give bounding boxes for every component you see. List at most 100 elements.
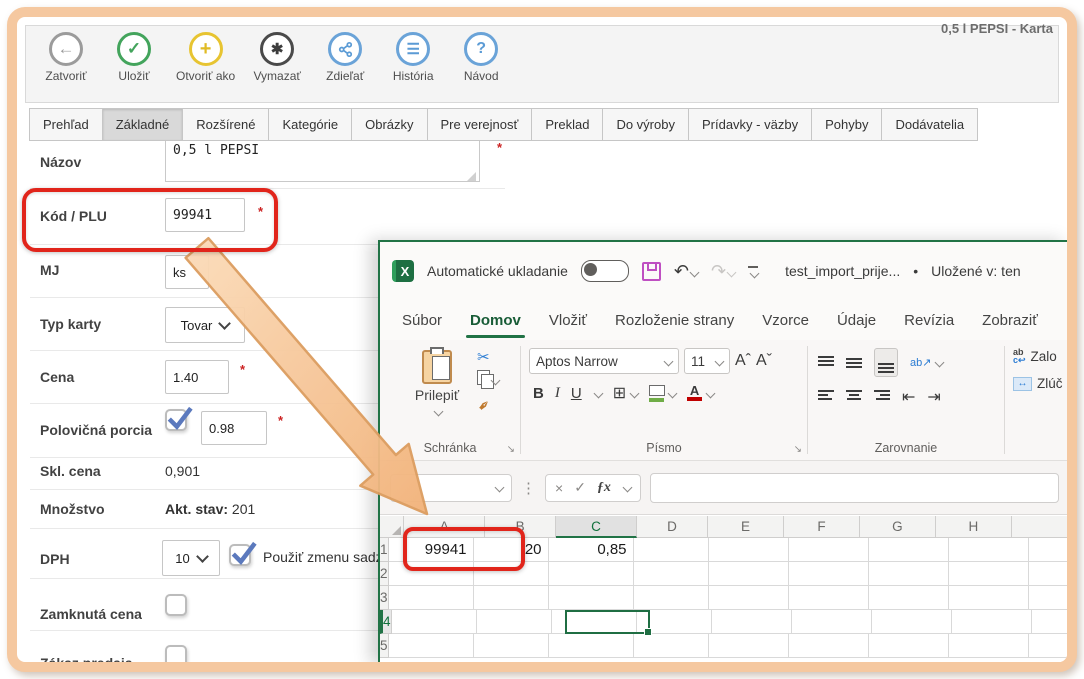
align-center-button[interactable] <box>846 390 862 404</box>
cell[interactable] <box>709 562 789 586</box>
cancel-entry-icon[interactable]: × <box>555 480 563 496</box>
quick-access-more-button[interactable] <box>748 266 758 277</box>
tab-kategorie[interactable]: Kategórie <box>268 108 352 141</box>
cut-button[interactable]: ✂ <box>477 350 499 365</box>
cell[interactable] <box>949 586 1029 610</box>
font-color-button[interactable]: A <box>687 385 714 401</box>
undo-button[interactable]: ↶ <box>674 261 698 282</box>
cell[interactable] <box>952 610 1032 634</box>
ribbon-tab-vzorce[interactable]: Vzorce <box>762 312 809 329</box>
decrease-indent-button[interactable]: ⇤ <box>902 387 915 407</box>
cell[interactable] <box>789 586 869 610</box>
cell[interactable] <box>392 610 477 634</box>
column-header-h[interactable]: H <box>936 516 1012 538</box>
align-right-button[interactable] <box>874 390 890 404</box>
bold-button[interactable]: B <box>533 385 544 402</box>
formula-input[interactable] <box>650 473 1059 503</box>
column-header-c[interactable]: C <box>556 516 637 538</box>
orientation-button[interactable]: ab↗ <box>910 356 943 369</box>
tab-zakladne[interactable]: Základné <box>102 108 183 141</box>
tab-obrazky[interactable]: Obrázky <box>351 108 427 141</box>
share-button[interactable]: Zdieľať <box>319 32 371 83</box>
cell[interactable] <box>474 634 549 658</box>
cell[interactable] <box>789 634 869 658</box>
insert-function-button[interactable]: ƒx <box>597 480 611 496</box>
row-header-2[interactable]: 2 <box>380 562 389 586</box>
ribbon-tab-udaje[interactable]: Údaje <box>837 312 876 329</box>
tab-pre-verejnost[interactable]: Pre verejnosť <box>427 108 533 141</box>
align-bottom-button-selected[interactable] <box>874 348 898 377</box>
cell[interactable] <box>477 610 552 634</box>
cell[interactable] <box>949 538 1029 562</box>
half-portion-price-input[interactable] <box>201 411 267 445</box>
decrease-font-button[interactable]: Aˇ <box>756 352 772 370</box>
column-header-g[interactable]: G <box>860 516 936 538</box>
unit-input[interactable] <box>165 255 209 289</box>
tab-rozsirene[interactable]: Rozšírené <box>182 108 269 141</box>
vat-change-checkbox[interactable] <box>229 544 251 566</box>
tab-preklad[interactable]: Preklad <box>531 108 603 141</box>
row-header-1[interactable]: 1 <box>380 538 389 562</box>
name-input[interactable]: 0,5 l PEPSI <box>165 138 480 182</box>
align-middle-button[interactable] <box>846 356 862 370</box>
cell[interactable] <box>709 634 789 658</box>
cell[interactable] <box>1032 610 1069 634</box>
workbook-filename[interactable]: test_import_prije... <box>785 263 900 279</box>
ribbon-tab-rozlozenie[interactable]: Rozloženie strany <box>615 312 734 329</box>
underline-button[interactable]: U <box>571 385 582 402</box>
ribbon-tab-revizia[interactable]: Revízia <box>904 312 954 329</box>
increase-indent-button[interactable]: ⇥ <box>927 387 940 407</box>
tab-pohyby[interactable]: Pohyby <box>811 108 882 141</box>
autosave-toggle[interactable] <box>581 260 629 282</box>
ribbon-tab-zobrazit[interactable]: Zobraziť <box>982 312 1038 329</box>
save-button[interactable]: ✓ Uložiť <box>108 32 160 83</box>
history-button[interactable]: ☰ História <box>387 32 439 83</box>
increase-font-button[interactable]: Aˆ <box>735 352 751 370</box>
wrap-text-button[interactable]: Zalo <box>1031 349 1057 364</box>
cell[interactable] <box>1029 586 1069 610</box>
close-button[interactable]: ← Zatvoriť <box>40 32 92 83</box>
cell[interactable] <box>1029 634 1069 658</box>
cell[interactable] <box>792 610 872 634</box>
cell[interactable] <box>869 634 949 658</box>
price-input[interactable] <box>165 360 229 394</box>
column-header-partial[interactable] <box>1012 516 1069 538</box>
cell[interactable] <box>634 634 709 658</box>
cell[interactable] <box>949 634 1029 658</box>
merge-center-button[interactable]: Zlúč <box>1037 376 1063 391</box>
save-icon[interactable] <box>642 262 661 281</box>
cell[interactable] <box>869 538 949 562</box>
italic-button[interactable]: I <box>555 385 560 402</box>
borders-button[interactable]: ⊞ <box>613 383 638 403</box>
cell[interactable] <box>1029 562 1069 586</box>
sale-ban-checkbox[interactable] <box>165 645 187 667</box>
ribbon-tab-subor[interactable]: Súbor <box>402 312 442 329</box>
tab-do-vyroby[interactable]: Do výroby <box>602 108 689 141</box>
cell[interactable] <box>549 586 634 610</box>
cell-c1[interactable]: 0,85 <box>549 538 634 562</box>
ribbon-tab-vlozit[interactable]: Vložiť <box>549 312 587 329</box>
ribbon-tab-domov[interactable]: Domov <box>470 312 521 329</box>
cell[interactable] <box>549 634 634 658</box>
cell[interactable] <box>634 562 709 586</box>
cell[interactable] <box>869 562 949 586</box>
cell[interactable] <box>709 538 789 562</box>
cell[interactable] <box>389 586 474 610</box>
row-header-5[interactable]: 5 <box>380 634 389 658</box>
cell[interactable] <box>389 634 474 658</box>
cell[interactable] <box>634 538 709 562</box>
cell[interactable] <box>789 562 869 586</box>
textarea-resize-grip[interactable] <box>467 172 476 181</box>
cell[interactable] <box>634 586 709 610</box>
vat-select[interactable]: 10 <box>162 540 220 576</box>
cell[interactable] <box>712 610 792 634</box>
tab-pridavky-vazby[interactable]: Prídavky - väzby <box>688 108 812 141</box>
name-box[interactable] <box>390 474 512 502</box>
format-painter-icon[interactable]: ✒ <box>475 389 501 415</box>
cell[interactable] <box>474 586 549 610</box>
column-header-d[interactable]: D <box>637 516 708 538</box>
delete-button[interactable]: ✱ Vymazať <box>251 32 303 83</box>
cell[interactable] <box>709 586 789 610</box>
select-all-corner[interactable] <box>380 516 404 538</box>
saved-location[interactable]: Uložené v: ten <box>931 263 1021 279</box>
